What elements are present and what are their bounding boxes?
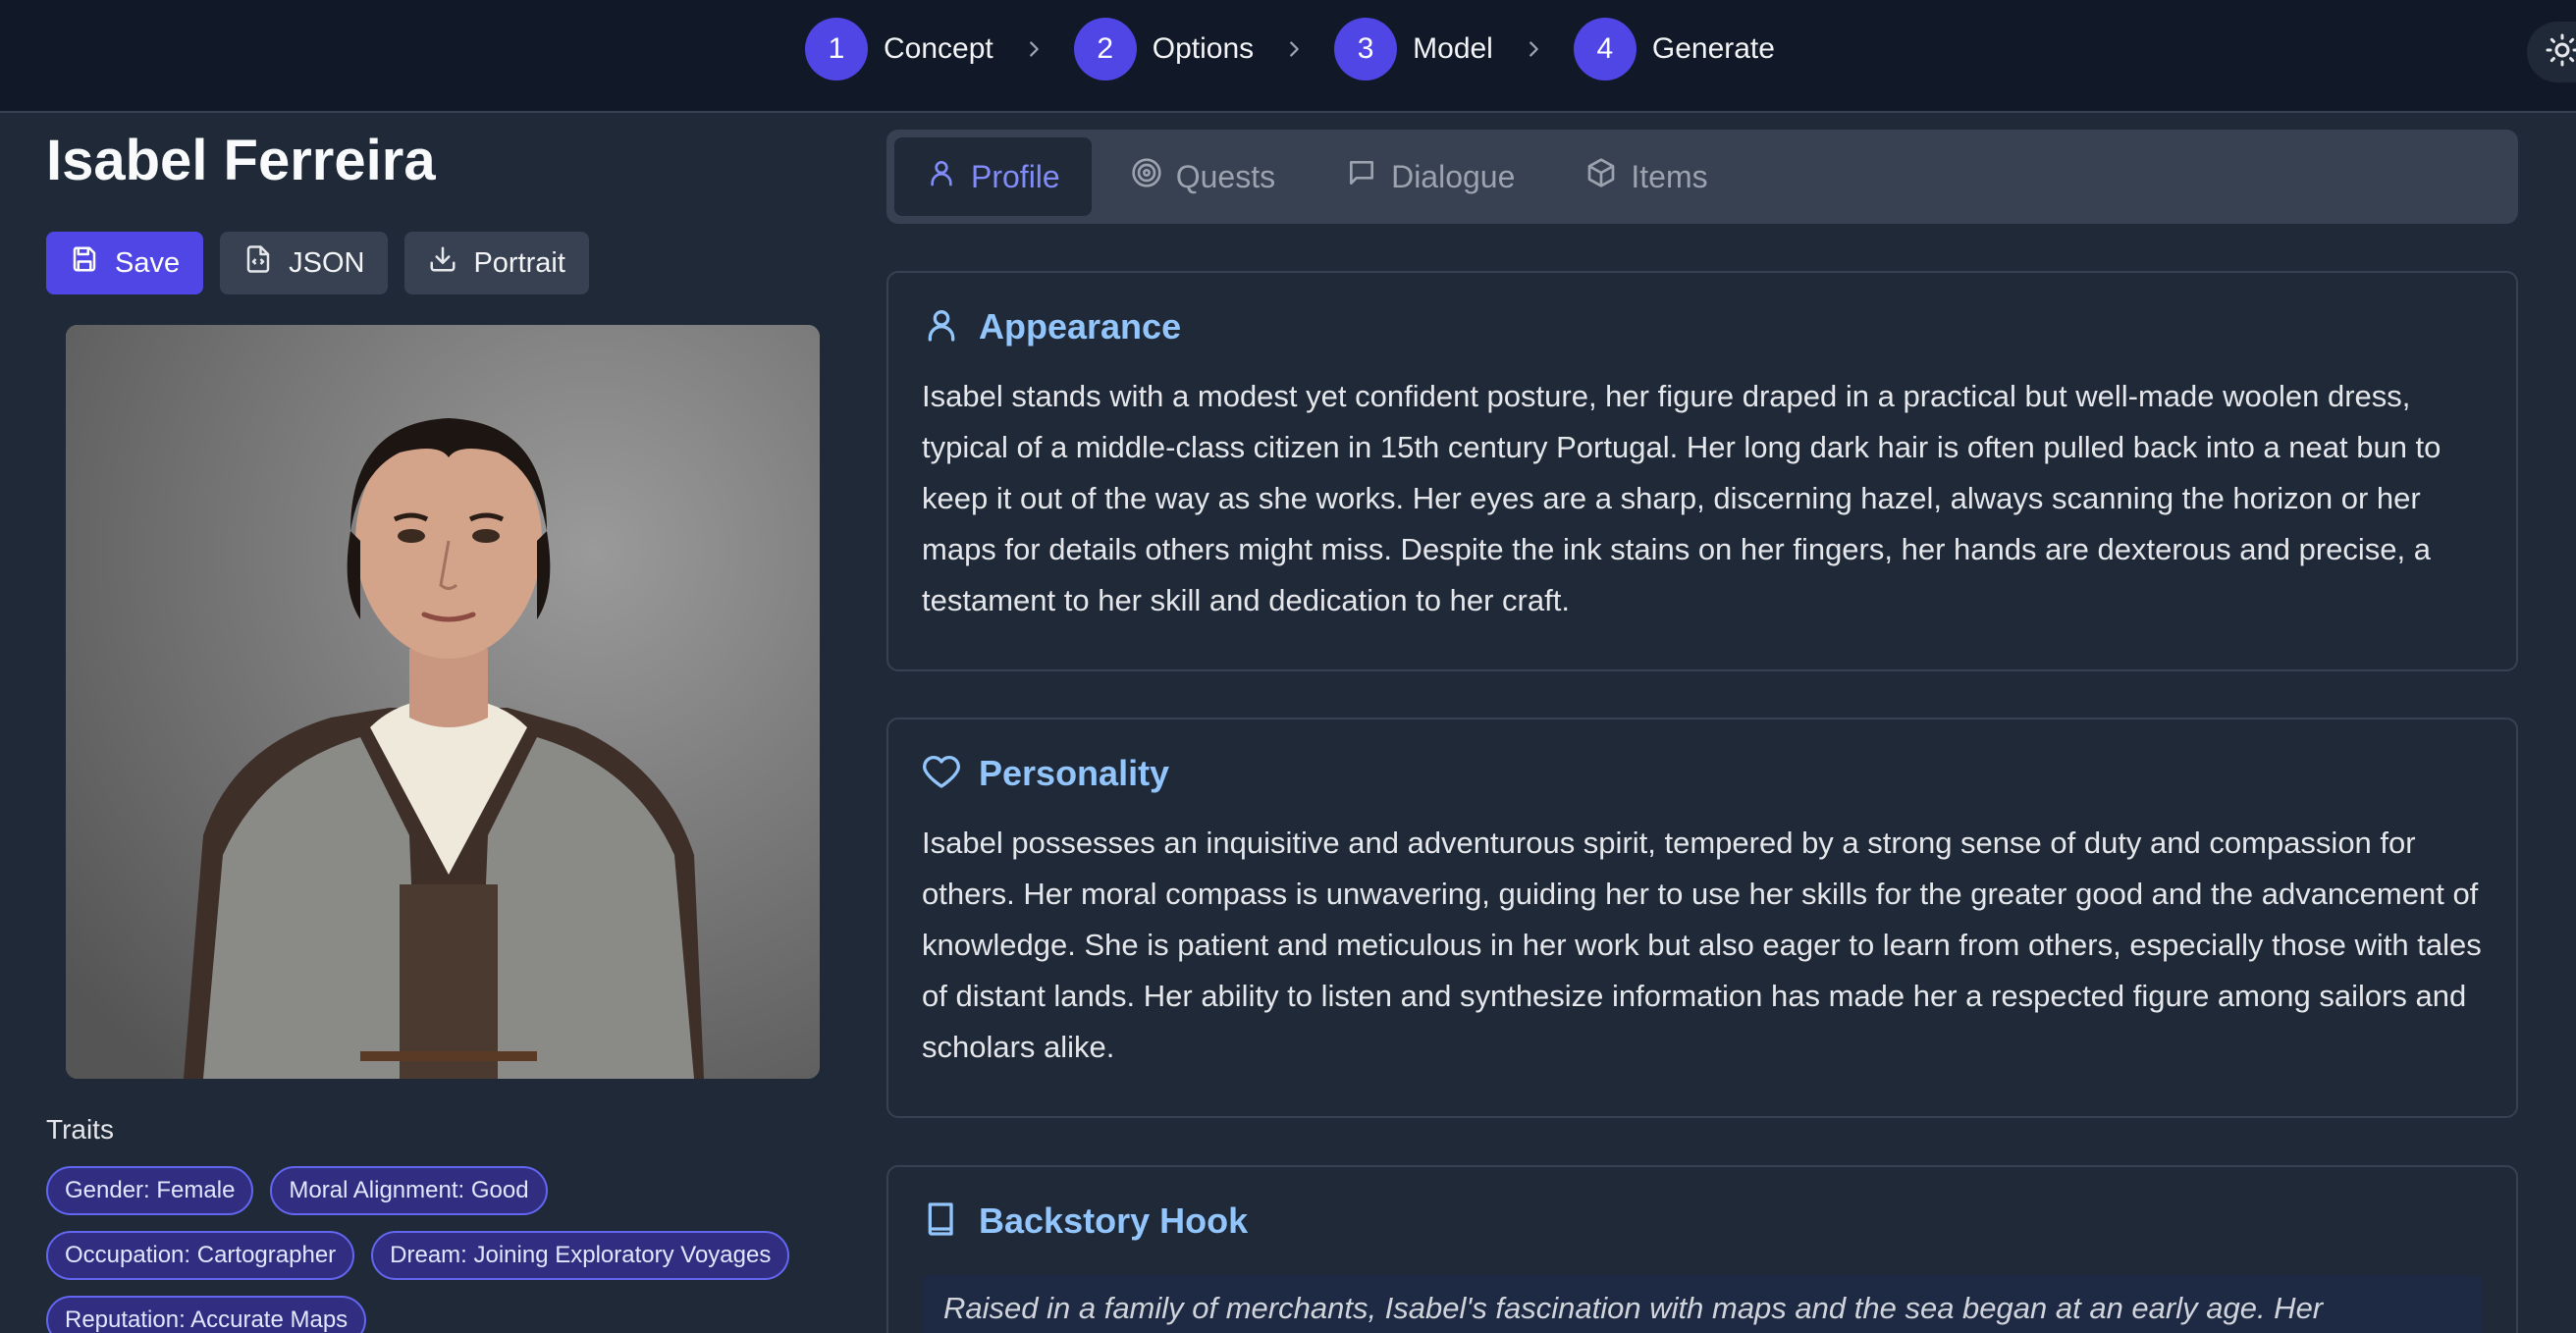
download-icon	[428, 244, 457, 282]
tab-dialogue[interactable]: Dialogue	[1315, 137, 1546, 216]
personality-card: Personality Isabel possesses an inquisit…	[886, 718, 2518, 1118]
backstory-text: Raised in a family of merchants, Isabel'…	[922, 1275, 2483, 1333]
sun-icon	[2545, 32, 2576, 73]
tab-label: Items	[1631, 158, 1708, 194]
content-tabs: Profile Quests Dialogue Items	[886, 130, 2518, 224]
json-label: JSON	[289, 246, 365, 279]
chevron-right-icon	[1023, 38, 1045, 60]
theme-toggle-button[interactable]	[2527, 22, 2576, 82]
portrait-illustration	[66, 325, 820, 1079]
trait-tag: Moral Alignment: Good	[270, 1166, 548, 1215]
chevron-right-icon	[1523, 38, 1544, 60]
tab-quests[interactable]: Quests	[1100, 137, 1307, 216]
save-label: Save	[115, 246, 181, 279]
portrait-label: Portrait	[473, 246, 565, 279]
chevron-right-icon	[1283, 38, 1305, 60]
tab-label: Quests	[1175, 158, 1276, 194]
download-portrait-button[interactable]: Portrait	[404, 232, 589, 294]
trait-tag: Dream: Joining Exploratory Voyages	[371, 1231, 790, 1280]
card-header: Backstory Hook	[922, 1197, 2483, 1246]
appearance-text: Isabel stands with a modest yet confiden…	[922, 379, 2442, 617]
save-icon	[70, 244, 99, 282]
box-icon	[1585, 157, 1617, 196]
top-bar: 1 Concept 2 Options 3 Model 4 Generate	[0, 0, 2576, 113]
tab-items[interactable]: Items	[1554, 137, 1739, 216]
step-generate[interactable]: 4 Generate	[1573, 18, 1775, 80]
section-title: Personality	[979, 753, 1170, 793]
appearance-card: Appearance Isabel stands with a modest y…	[886, 271, 2518, 671]
step-label: Generate	[1651, 32, 1775, 65]
wizard-stepper: 1 Concept 2 Options 3 Model 4 Generate	[805, 18, 1775, 80]
trait-tag: Reputation: Accurate Maps	[46, 1296, 367, 1333]
card-header: Personality	[922, 749, 2483, 798]
export-json-button[interactable]: JSON	[220, 232, 389, 294]
target-icon	[1131, 157, 1162, 196]
step-options[interactable]: 2 Options	[1073, 18, 1255, 80]
user-icon	[922, 305, 961, 349]
heart-icon	[922, 752, 961, 796]
section-title: Appearance	[979, 306, 1182, 347]
tab-profile[interactable]: Profile	[894, 137, 1092, 216]
trait-tag: Gender: Female	[46, 1166, 254, 1215]
traits-list: Gender: Female Moral Alignment: Good Occ…	[46, 1166, 851, 1333]
trait-tag: Occupation: Cartographer	[46, 1231, 355, 1280]
action-buttons: Save JSON Portrait	[46, 232, 589, 294]
traits-heading: Traits	[46, 1114, 114, 1145]
step-number: 1	[805, 18, 868, 80]
tab-label: Profile	[971, 158, 1060, 194]
personality-text: Isabel possesses an inquisitive and adve…	[922, 826, 2482, 1064]
save-button[interactable]: Save	[46, 232, 204, 294]
step-number: 3	[1334, 18, 1398, 80]
step-label: Model	[1413, 32, 1493, 65]
tab-label: Dialogue	[1391, 158, 1516, 194]
step-model[interactable]: 3 Model	[1334, 18, 1493, 80]
step-number: 4	[1573, 18, 1637, 80]
step-concept[interactable]: 1 Concept	[805, 18, 993, 80]
character-portrait	[66, 325, 820, 1079]
chat-icon	[1346, 157, 1377, 196]
card-header: Appearance	[922, 302, 2483, 351]
step-label: Options	[1152, 32, 1255, 65]
step-number: 2	[1073, 18, 1137, 80]
step-label: Concept	[884, 32, 993, 65]
section-title: Backstory Hook	[979, 1200, 1249, 1241]
book-icon	[922, 1200, 961, 1244]
file-code-icon	[243, 244, 273, 282]
character-name: Isabel Ferreira	[46, 129, 436, 192]
backstory-card: Backstory Hook Raised in a family of mer…	[886, 1165, 2518, 1333]
user-icon	[926, 157, 957, 196]
